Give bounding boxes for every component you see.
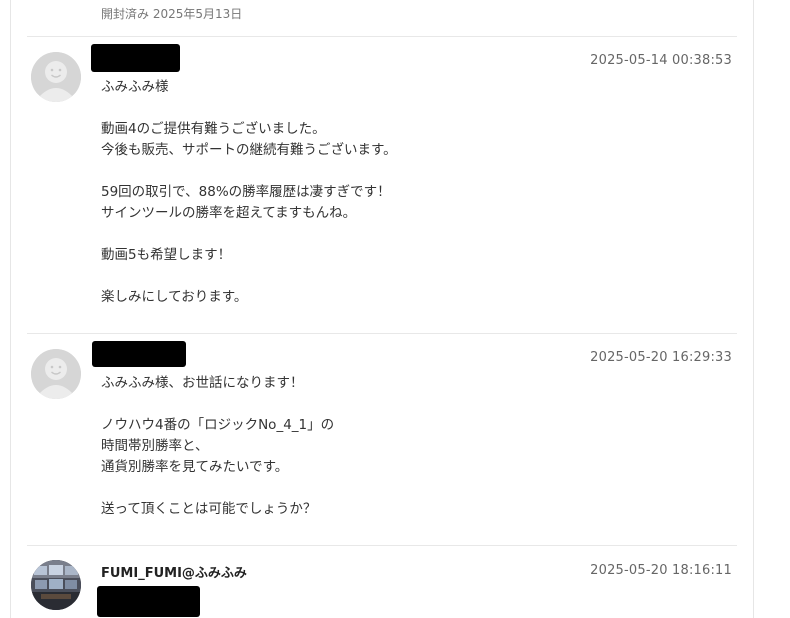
message-item: 2025-05-20 16:29:33 ふみふみ様、お世話になります！ ノウハウ… [11, 334, 753, 545]
message-thread: 開封済み 2025年5月13日 2025-05-14 00:38:53 ふみふみ… [10, 0, 754, 618]
message-line: 今後も販売、サポートの継続有難うございます。 [101, 142, 397, 158]
message-timestamp: 2025-05-20 16:29:33 [590, 350, 732, 365]
message-item: 2025-05-14 00:38:53 ふみふみ様 動画4のご提供有難うございま… [11, 37, 753, 333]
message-line: 楽しみにしております。 [101, 289, 248, 305]
message-line: 動画5も希望します！ [101, 247, 232, 263]
message-timestamp: 2025-05-14 00:38:53 [590, 53, 732, 68]
message-line [101, 266, 701, 287]
message-line [101, 98, 701, 119]
message-timestamp: 2025-05-20 18:16:11 [590, 563, 732, 578]
message-body: ふみふみ様、お世話になります！ ノウハウ4番の「ロジックNo_4_1」の 時間帯… [101, 373, 701, 520]
message-line: サインツールの勝率を超えてますもんね。 [101, 205, 357, 221]
message-line [101, 224, 701, 245]
user-silhouette-icon[interactable] [31, 52, 81, 102]
user-silhouette-icon[interactable] [31, 349, 81, 399]
message-line: ふみふみ様 [101, 79, 169, 95]
message-line: ふみふみ様、お世話になります！ [101, 375, 304, 391]
message-line: ノウハウ4番の「ロジックNo_4_1」の [101, 417, 335, 433]
message-line: 送って頂くことは可能でしょうか？ [101, 501, 317, 517]
sender-name: FUMI_FUMI@ふみふみ [101, 566, 247, 581]
user-photo-avatar[interactable] [31, 560, 81, 610]
redacted-sender-name [91, 44, 180, 72]
message-page: 開封済み 2025年5月13日 2025-05-14 00:38:53 ふみふみ… [0, 0, 790, 618]
redacted-content [97, 586, 200, 617]
message-line [101, 478, 701, 499]
message-line: 通貨別勝率を見てみたいです。 [101, 459, 289, 475]
message-line: 時間帯別勝率と、 [101, 438, 209, 454]
message-body: ふみふみ様 動画4のご提供有難うございました。 今後も販売、サポートの継続有難う… [101, 77, 701, 308]
message-line: 動画4のご提供有難うございました。 [101, 121, 326, 137]
message-line [101, 161, 701, 182]
redacted-sender-name [92, 341, 186, 367]
message-line [101, 394, 701, 415]
opened-status: 開封済み 2025年5月13日 [101, 7, 243, 21]
message-line: 59回の取引で、88%の勝率履歴は凄すぎです！ [101, 184, 391, 200]
message-item: FUMI_FUMI@ふみふみ 2025-05-20 18:16:11 [11, 546, 753, 618]
